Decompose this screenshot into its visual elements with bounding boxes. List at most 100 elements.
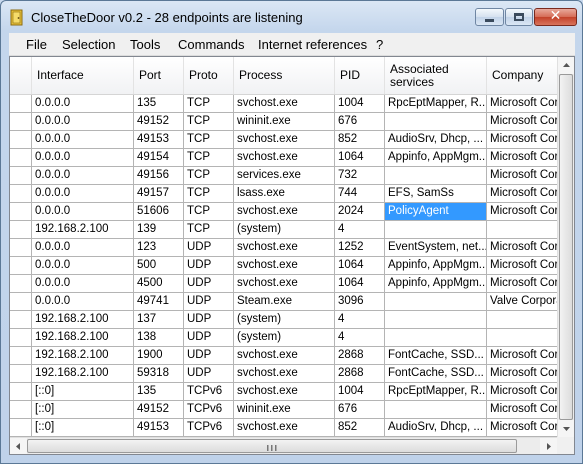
title-bar[interactable]: CloseTheDoor v0.2 - 28 endpoints are lis… [1, 1, 582, 33]
table-row[interactable]: [::0] 49152 TCPv6 wininit.exe 676 Microsoft C… [10, 401, 557, 419]
cell-port[interactable]: 49153 [133, 131, 183, 149]
cell-pid[interactable]: 4 [334, 311, 384, 329]
scroll-up-button[interactable] [558, 57, 574, 74]
cell-pid[interactable]: 4 [334, 221, 384, 239]
cell-process[interactable]: (system) [233, 221, 334, 239]
cell-process[interactable]: services.exe [233, 167, 334, 185]
cell-interface[interactable]: 192.168.2.100 [31, 329, 133, 347]
cell-port[interactable]: 49152 [133, 401, 183, 419]
table-row[interactable]: 192.168.2.100 59318 UDP svchost.exe 2868 Font… [10, 365, 557, 383]
table-row[interactable]: 192.168.2.100 137 UDP (system) 4 [10, 311, 557, 329]
table-row[interactable]: 192.168.2.100 1900 UDP svchost.exe 2868 FontC… [10, 347, 557, 365]
cell-port[interactable]: 137 [133, 311, 183, 329]
cell-pid[interactable]: 2024 [334, 203, 384, 221]
header-pid[interactable]: PID [334, 57, 384, 94]
cell-interface[interactable]: 0.0.0.0 [31, 167, 133, 185]
cell-port[interactable]: 500 [133, 257, 183, 275]
horizontal-scrollbar[interactable] [10, 437, 557, 454]
cell-interface[interactable]: 192.168.2.100 [31, 221, 133, 239]
cell-interface[interactable]: 0.0.0.0 [31, 95, 133, 113]
row-header[interactable] [10, 401, 31, 419]
cell-port[interactable]: 135 [133, 383, 183, 401]
cell-interface[interactable]: 0.0.0.0 [31, 239, 133, 257]
cell-proto[interactable]: UDP [183, 257, 233, 275]
cell-process[interactable]: svchost.exe [233, 149, 334, 167]
header-port[interactable]: Port [133, 57, 183, 94]
cell-pid[interactable]: 1252 [334, 239, 384, 257]
cell-process[interactable]: wininit.exe [233, 401, 334, 419]
table-row[interactable]: 0.0.0.0 49156 TCP services.exe 732 Microsoft … [10, 167, 557, 185]
cell-proto[interactable]: UDP [183, 365, 233, 383]
cell-associated-services[interactable]: RpcEptMapper, R... [384, 383, 486, 401]
table-row[interactable]: [::0] 49153 TCPv6 svchost.exe 852 AudioSrv, D… [10, 419, 557, 437]
row-header[interactable] [10, 365, 31, 383]
cell-interface[interactable]: 192.168.2.100 [31, 365, 133, 383]
cell-interface[interactable]: 192.168.2.100 [31, 347, 133, 365]
cell-associated-services[interactable]: AudioSrv, Dhcp, ... [384, 419, 486, 437]
scroll-left-button[interactable] [10, 438, 27, 454]
cell-pid[interactable]: 852 [334, 131, 384, 149]
cell-interface[interactable]: 0.0.0.0 [31, 131, 133, 149]
cell-proto[interactable]: UDP [183, 239, 233, 257]
cell-pid[interactable]: 3096 [334, 293, 384, 311]
cell-interface[interactable]: 0.0.0.0 [31, 185, 133, 203]
cell-process[interactable]: svchost.exe [233, 131, 334, 149]
cell-associated-services[interactable]: EFS, SamSs [384, 185, 486, 203]
table-row[interactable]: 0.0.0.0 49741 UDP Steam.exe 3096 Valve Corpor… [10, 293, 557, 311]
cell-pid[interactable]: 732 [334, 167, 384, 185]
cell-process[interactable]: svchost.exe [233, 257, 334, 275]
cell-company[interactable]: Microsoft Corp [486, 131, 557, 149]
table-row[interactable]: 0.0.0.0 4500 UDP svchost.exe 1064 Appinfo, Ap… [10, 275, 557, 293]
cell-process[interactable]: (system) [233, 311, 334, 329]
cell-associated-services[interactable]: PolicyAgent [384, 203, 486, 221]
cell-associated-services[interactable] [384, 221, 486, 239]
cell-associated-services[interactable]: Appinfo, AppMgm... [384, 275, 486, 293]
cell-company[interactable]: Microsoft Corp [486, 239, 557, 257]
row-header[interactable] [10, 347, 31, 365]
cell-company[interactable]: Microsoft Corp [486, 347, 557, 365]
cell-pid[interactable]: 676 [334, 401, 384, 419]
cell-company[interactable]: Microsoft Corp [486, 383, 557, 401]
scroll-right-button[interactable] [540, 438, 557, 454]
cell-proto[interactable]: TCPv6 [183, 419, 233, 437]
cell-process[interactable]: Steam.exe [233, 293, 334, 311]
row-header[interactable] [10, 329, 31, 347]
cell-interface[interactable]: 0.0.0.0 [31, 293, 133, 311]
cell-associated-services[interactable]: RpcEptMapper, R... [384, 95, 486, 113]
header-proto[interactable]: Proto [183, 57, 233, 94]
cell-process[interactable]: svchost.exe [233, 275, 334, 293]
cell-port[interactable]: 135 [133, 95, 183, 113]
cell-company[interactable]: Microsoft Corp [486, 257, 557, 275]
cell-proto[interactable]: TCP [183, 95, 233, 113]
cell-associated-services[interactable]: FontCache, SSD... [384, 347, 486, 365]
table-row[interactable]: 192.168.2.100 139 TCP (system) 4 [10, 221, 557, 239]
menu-internet-references[interactable]: Internet references [258, 37, 367, 52]
cell-company[interactable]: Microsoft Corp [486, 401, 557, 419]
header-interface[interactable]: Interface [31, 57, 133, 94]
cell-pid[interactable]: 4 [334, 329, 384, 347]
row-header[interactable] [10, 167, 31, 185]
cell-proto[interactable]: TCP [183, 131, 233, 149]
cell-interface[interactable]: 0.0.0.0 [31, 113, 133, 131]
cell-process[interactable]: wininit.exe [233, 113, 334, 131]
cell-company[interactable]: Microsoft Corp [486, 203, 557, 221]
cell-pid[interactable]: 744 [334, 185, 384, 203]
cell-company[interactable]: Microsoft Corp [486, 149, 557, 167]
minimize-button[interactable] [475, 8, 504, 26]
cell-company[interactable]: Microsoft Corp [486, 365, 557, 383]
cell-port[interactable]: 49157 [133, 185, 183, 203]
header-process[interactable]: Process [233, 57, 334, 94]
cell-proto[interactable]: UDP [183, 347, 233, 365]
row-header[interactable] [10, 203, 31, 221]
cell-pid[interactable]: 1004 [334, 383, 384, 401]
cell-port[interactable]: 4500 [133, 275, 183, 293]
cell-pid[interactable]: 852 [334, 419, 384, 437]
cell-associated-services[interactable] [384, 167, 486, 185]
cell-company[interactable] [486, 221, 557, 239]
cell-company[interactable]: Microsoft Corp [486, 113, 557, 131]
cell-pid[interactable]: 1004 [334, 95, 384, 113]
row-header[interactable] [10, 275, 31, 293]
cell-interface[interactable]: 0.0.0.0 [31, 257, 133, 275]
cell-process[interactable]: svchost.exe [233, 203, 334, 221]
cell-company[interactable]: Valve Corporati [486, 293, 557, 311]
